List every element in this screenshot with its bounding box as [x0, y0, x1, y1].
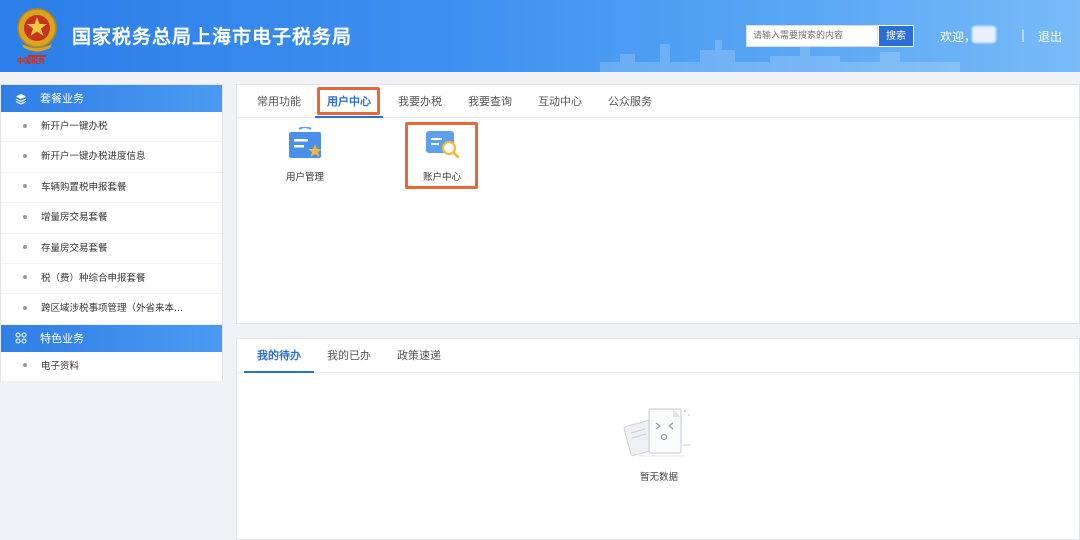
sidebar-item-existing-housing[interactable]: 存量房交易套餐	[1, 234, 222, 264]
sidebar-item-label: 跨区域涉税事项管理（外省来本...	[41, 303, 184, 315]
sidebar-item-new-account-progress[interactable]: 新开户一键办税进度信息	[1, 142, 222, 173]
sidebar-section-package[interactable]: 套餐业务	[1, 85, 222, 112]
site-title: 国家税务总局上海市电子税务局	[72, 26, 353, 48]
welcome-text: 欢迎，	[940, 30, 977, 44]
sidebar-item-label: 新开户一键办税	[41, 121, 108, 132]
app-label: 用户管理	[285, 172, 324, 183]
user-management-icon	[289, 126, 322, 158]
active-tab-underline	[244, 371, 314, 373]
empty-state: 暂无数据	[619, 405, 699, 483]
sidebar-item-vehicle-tax[interactable]: 车辆购置税申报套餐	[1, 173, 222, 204]
main-tabs: 常用功能 用户中心 我要办税 我要查询 互动中心 公众服务	[237, 85, 1079, 118]
header-separator: |	[1021, 28, 1026, 42]
function-panel: 常用功能 用户中心 我要办税 我要查询 互动中心 公众服务 用户管理 账户中心	[236, 84, 1080, 324]
sidebar-item-label: 新开户一键办税进度信息	[41, 151, 146, 163]
bullet-icon	[23, 305, 27, 310]
tab-interaction-center[interactable]: 互动中心	[532, 85, 588, 118]
tab-policy-express[interactable]: 政策速递	[391, 339, 447, 373]
sidebar-item-label: 存量房交易套餐	[41, 242, 108, 254]
bullet-icon	[23, 275, 27, 280]
sidebar-item-comprehensive-declaration[interactable]: 税（费）种综合申报套餐	[1, 264, 222, 295]
app-account-center[interactable]: 账户中心	[407, 127, 477, 183]
app-user-management[interactable]: 用户管理	[270, 126, 340, 183]
bullet-icon	[23, 123, 27, 128]
sidebar-section-featured[interactable]: 特色业务	[1, 324, 222, 352]
sidebar-item-label: 车辆购置税申报套餐	[41, 181, 127, 193]
sidebar-section-title: 套餐业务	[40, 92, 84, 105]
empty-state-text: 暂无数据	[639, 472, 678, 483]
sidebar-item-cross-region[interactable]: 跨区域涉税事项管理（外省来本...	[1, 294, 222, 325]
emblem-caption: 中国税务	[17, 57, 45, 65]
account-center-icon	[426, 131, 460, 159]
active-tab-underline	[315, 116, 383, 118]
tab-query[interactable]: 我要查询	[462, 85, 518, 118]
tab-public-service[interactable]: 公众服务	[602, 85, 658, 118]
sidebar: 套餐业务 新开户一键办税 新开户一键办税进度信息 车辆购置税申报套餐 增量房交易…	[0, 84, 223, 383]
tab-my-todo[interactable]: 我的待办	[251, 339, 307, 373]
layers-icon	[15, 93, 27, 105]
sidebar-item-electronic-docs[interactable]: 电子资料	[1, 352, 222, 383]
app-label: 账户中心	[422, 172, 461, 183]
sidebar-item-new-housing[interactable]: 增量房交易套餐	[1, 203, 222, 234]
bullet-icon	[23, 363, 27, 368]
sidebar-item-new-account-one-click[interactable]: 新开户一键办税	[1, 112, 222, 143]
sidebar-section-title: 特色业务	[40, 331, 84, 345]
empty-document-icon	[623, 408, 691, 457]
sidebar-item-label: 增量房交易套餐	[41, 212, 108, 224]
username-redacted	[972, 26, 996, 43]
search-button[interactable]: 搜索	[878, 25, 914, 47]
tab-do-tax[interactable]: 我要办税	[392, 85, 448, 118]
sidebar-item-label: 税（费）种综合申报套餐	[41, 272, 146, 284]
bullet-icon	[23, 153, 27, 158]
top-header: 中国税务 国家税务总局上海市电子税务局 搜索 欢迎， | 退出	[0, 0, 1080, 72]
tab-my-done[interactable]: 我的已办	[321, 339, 377, 373]
bullet-icon	[23, 245, 27, 250]
todo-tabs: 我的待办 我的已办 政策速递	[237, 339, 1079, 373]
tab-user-center[interactable]: 用户中心	[321, 85, 377, 118]
grid-icon	[15, 332, 27, 344]
logout-link[interactable]: 退出	[1038, 28, 1062, 45]
todo-panel: 我的待办 我的已办 政策速递 暂无数据	[236, 338, 1080, 540]
tab-common-functions[interactable]: 常用功能	[251, 85, 307, 118]
sidebar-item-label: 电子资料	[41, 360, 80, 372]
bullet-icon	[23, 184, 27, 189]
bullet-icon	[23, 214, 27, 219]
search-input[interactable]	[746, 25, 878, 47]
